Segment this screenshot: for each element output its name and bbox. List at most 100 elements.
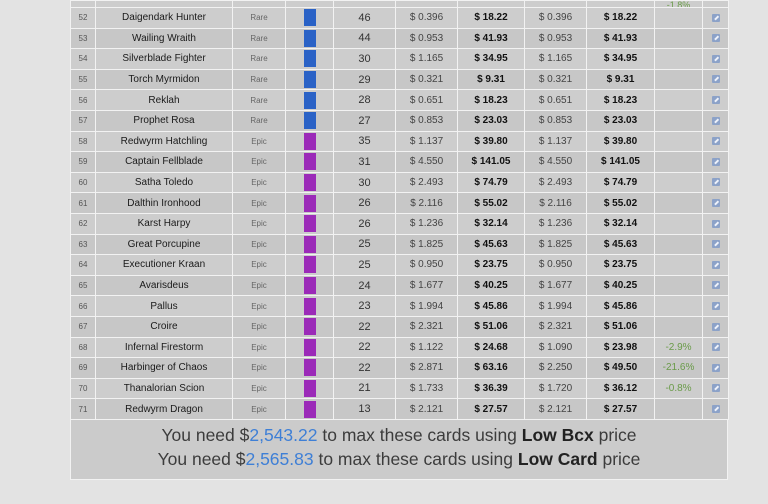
card-name: Silverblade Fighter <box>95 48 233 70</box>
card-total-price: $ 36.12 <box>586 377 655 400</box>
link-cell[interactable] <box>702 295 729 317</box>
card-count: 44 <box>333 27 396 50</box>
bcx-total-price: $ 34.95 <box>457 48 525 70</box>
external-link-icon[interactable] <box>711 96 720 105</box>
rarity-label: Epic <box>232 171 286 194</box>
external-link-icon[interactable] <box>711 260 720 269</box>
external-link-icon[interactable] <box>711 363 720 372</box>
row-id: 56 <box>70 89 96 111</box>
link-cell[interactable] <box>702 274 729 297</box>
rarity-label: Epic <box>232 336 286 359</box>
price-change <box>654 7 703 29</box>
link-cell[interactable] <box>702 89 729 111</box>
rarity-color-chip <box>303 379 316 397</box>
rarity-color-chip <box>303 318 316 336</box>
card-name: Torch Myrmidon <box>95 68 233 91</box>
card-total-price: $ 39.80 <box>586 130 655 153</box>
card-count: 29 <box>333 68 396 91</box>
card-unit-price: $ 2.321 <box>524 315 587 338</box>
table-row: 58 Redwyrm Hatchling Epic 35 $ 1.137 $ 39.80 $… <box>70 130 729 153</box>
external-link-icon[interactable] <box>711 13 720 22</box>
rarity-label: Epic <box>232 192 286 214</box>
rarity-label: Epic <box>232 377 286 400</box>
rarity-chip-cell <box>285 315 334 338</box>
link-cell[interactable] <box>702 27 729 50</box>
table-row: 56 Reklah Rare 28 $ 0.651 $ 18.23 $ 0.651 $ 18.… <box>70 89 729 111</box>
link-cell[interactable] <box>702 377 729 400</box>
rarity-color-chip <box>303 297 316 315</box>
link-cell[interactable] <box>702 109 729 132</box>
bcx-total-price: $ 55.02 <box>457 192 525 214</box>
link-cell[interactable] <box>702 336 729 359</box>
external-link-icon[interactable] <box>711 301 720 310</box>
table-row: 68 Infernal Firestorm Epic 22 $ 1.122 $ 24.68… <box>70 336 729 359</box>
external-link-icon[interactable] <box>711 34 720 43</box>
card-count: 22 <box>333 336 396 359</box>
link-cell[interactable] <box>702 212 729 235</box>
external-link-icon[interactable] <box>711 219 720 228</box>
link-cell[interactable] <box>702 315 729 338</box>
link-cell[interactable] <box>702 254 729 276</box>
card-name: Pallus <box>95 295 233 317</box>
bcx-total-price: $ 63.16 <box>457 357 525 379</box>
link-cell[interactable] <box>702 151 729 173</box>
external-link-icon[interactable] <box>711 137 720 146</box>
external-link-icon[interactable] <box>711 281 720 290</box>
link-cell[interactable] <box>702 357 729 379</box>
link-cell[interactable] <box>702 233 729 256</box>
price-change <box>654 315 703 338</box>
rarity-chip-cell <box>285 7 334 29</box>
external-link-icon[interactable] <box>711 240 720 249</box>
external-link-icon[interactable] <box>711 116 720 125</box>
rarity-chip-cell <box>285 151 334 173</box>
external-link-icon[interactable] <box>711 199 720 207</box>
bcx-unit-price: $ 2.121 <box>395 398 458 420</box>
cost-summary: You need $2,543.22 to max these cards us… <box>70 419 728 480</box>
external-link-icon[interactable] <box>711 157 720 166</box>
card-name: Infernal Firestorm <box>95 336 233 359</box>
external-link-icon[interactable] <box>711 178 720 187</box>
external-link-icon[interactable] <box>711 384 720 393</box>
card-count: 22 <box>333 357 396 379</box>
card-total-price: $ 45.63 <box>586 233 655 256</box>
rarity-color-chip <box>303 132 316 150</box>
card-name: Captain Fellblade <box>95 151 233 173</box>
link-cell[interactable] <box>702 171 729 194</box>
external-link-icon[interactable] <box>711 75 720 84</box>
card-name: Wailing Wraith <box>95 27 233 50</box>
card-name: Dalthin Ironhood <box>95 192 233 214</box>
bcx-unit-price: $ 4.550 <box>395 151 458 173</box>
rarity-label: Rare <box>232 27 286 50</box>
external-link-icon[interactable] <box>711 404 720 413</box>
link-cell[interactable] <box>702 192 729 214</box>
external-link-icon[interactable] <box>711 54 720 63</box>
price-change <box>654 48 703 70</box>
card-name: Great Porcupine <box>95 233 233 256</box>
card-total-price: $ 51.06 <box>586 315 655 338</box>
rarity-color-chip <box>303 71 316 89</box>
rarity-label: Rare <box>232 48 286 70</box>
bcx-unit-price: $ 1.137 <box>395 130 458 153</box>
card-total-price: $ 18.22 <box>586 7 655 29</box>
card-unit-price: $ 1.090 <box>524 336 587 359</box>
rarity-label: Epic <box>232 274 286 297</box>
summary-amount-bcx: 2,543.22 <box>249 424 318 445</box>
rarity-label: Rare <box>232 109 286 132</box>
table-row: 62 Karst Harpy Epic 26 $ 1.236 $ 32.14 $ 1.236… <box>70 212 729 235</box>
table-row: 63 Great Porcupine Epic 25 $ 1.825 $ 45.63 $ 1… <box>70 233 729 256</box>
link-cell[interactable] <box>702 398 729 420</box>
card-count: 13 <box>333 398 396 420</box>
price-change <box>654 254 703 276</box>
link-cell[interactable] <box>702 68 729 91</box>
link-cell[interactable] <box>702 7 729 29</box>
external-link-icon[interactable] <box>711 322 720 331</box>
link-cell[interactable] <box>702 48 729 70</box>
bcx-total-price: $ 36.39 <box>457 377 525 400</box>
row-id: 60 <box>70 171 96 194</box>
external-link-icon[interactable] <box>711 343 720 352</box>
rarity-color-chip <box>303 50 316 68</box>
link-cell[interactable] <box>702 130 729 153</box>
bcx-total-price: $ 45.86 <box>457 295 525 317</box>
card-name: Redwyrm Dragon <box>95 398 233 420</box>
rarity-color-chip <box>303 235 316 253</box>
